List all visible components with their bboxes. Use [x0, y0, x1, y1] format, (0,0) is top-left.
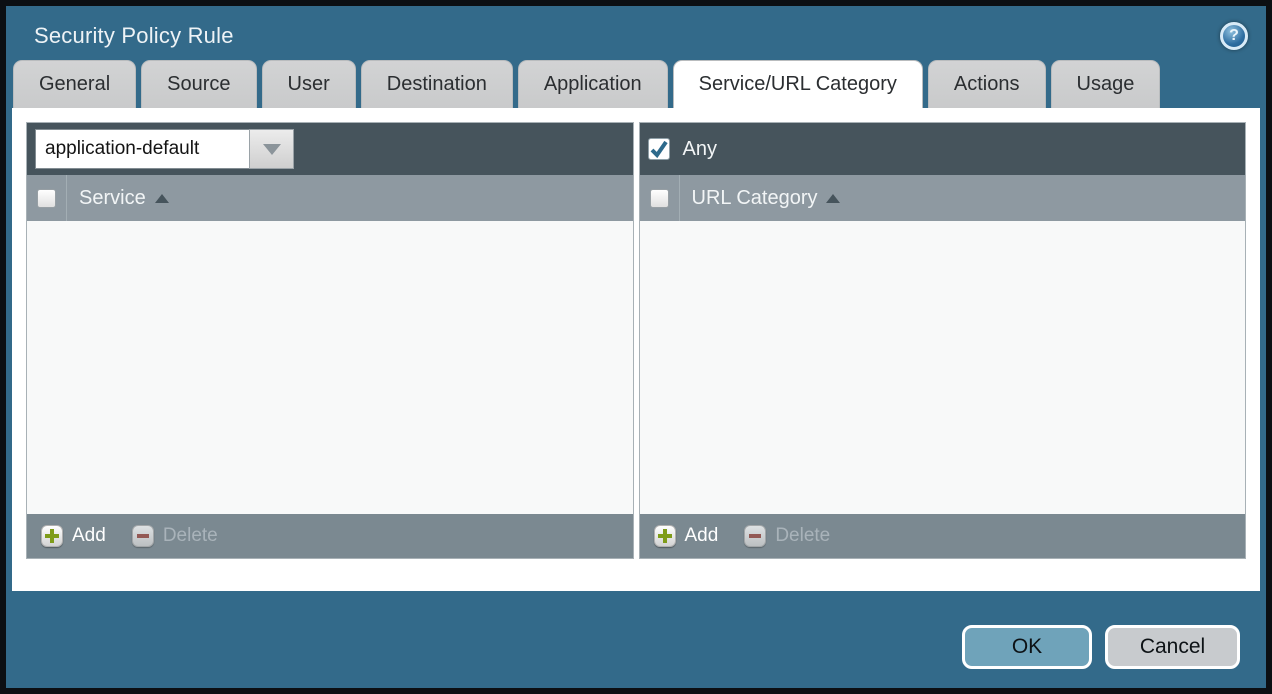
- url-category-column-header[interactable]: URL Category: [680, 175, 841, 221]
- url-category-column-label: URL Category: [692, 187, 818, 210]
- service-column-label: Service: [79, 187, 146, 210]
- url-category-select-all-checkbox[interactable]: [650, 189, 669, 208]
- service-toolbar: [27, 123, 633, 175]
- url-category-toolbar: Any: [640, 123, 1246, 175]
- security-policy-rule-dialog: Security Policy Rule ? General Source Us…: [0, 0, 1272, 694]
- tab-general[interactable]: General: [13, 60, 136, 108]
- tab-user[interactable]: User: [262, 60, 356, 108]
- url-category-delete-button[interactable]: Delete: [744, 525, 830, 547]
- cancel-button[interactable]: Cancel: [1105, 625, 1240, 669]
- add-button-label: Add: [685, 525, 719, 547]
- any-checkbox[interactable]: [648, 138, 670, 160]
- url-category-list[interactable]: [640, 221, 1246, 514]
- dialog-actions: OK Cancel: [962, 625, 1240, 669]
- service-footer: Add Delete: [27, 514, 633, 558]
- sort-ascending-icon: [826, 194, 840, 203]
- chevron-down-icon: [263, 144, 281, 155]
- url-category-table-header: URL Category: [640, 175, 1246, 221]
- service-list[interactable]: [27, 221, 633, 514]
- service-panel: Service Add Delete: [26, 122, 634, 559]
- tab-application[interactable]: Application: [518, 60, 668, 108]
- tab-source[interactable]: Source: [141, 60, 256, 108]
- service-type-input[interactable]: [35, 129, 249, 169]
- service-type-combobox: [35, 129, 294, 169]
- service-delete-button[interactable]: Delete: [132, 525, 218, 547]
- url-category-panel: Any URL Category Add Delete: [639, 122, 1247, 559]
- tab-bar: General Source User Destination Applicat…: [6, 60, 1266, 108]
- tab-destination[interactable]: Destination: [361, 60, 513, 108]
- any-label: Any: [683, 138, 717, 161]
- ok-button[interactable]: OK: [962, 625, 1092, 669]
- dialog-title: Security Policy Rule: [34, 23, 234, 49]
- delete-button-label: Delete: [775, 525, 830, 547]
- title-bar: Security Policy Rule ?: [6, 6, 1266, 60]
- add-button-label: Add: [72, 525, 106, 547]
- service-select-all-checkbox[interactable]: [37, 189, 56, 208]
- help-icon[interactable]: ?: [1220, 22, 1248, 50]
- checkmark-icon: [649, 139, 669, 159]
- service-add-button[interactable]: Add: [41, 525, 106, 547]
- tab-service-url-category[interactable]: Service/URL Category: [673, 60, 923, 108]
- tab-content: Service Add Delete: [12, 108, 1260, 591]
- add-plus-icon: [654, 525, 676, 547]
- add-plus-icon: [41, 525, 63, 547]
- tab-usage[interactable]: Usage: [1051, 60, 1161, 108]
- url-category-footer: Add Delete: [640, 514, 1246, 558]
- service-type-dropdown-button[interactable]: [249, 129, 294, 169]
- service-column-header[interactable]: Service: [67, 175, 169, 221]
- tab-actions[interactable]: Actions: [928, 60, 1046, 108]
- delete-button-label: Delete: [163, 525, 218, 547]
- service-table-header: Service: [27, 175, 633, 221]
- service-select-all-cell: [27, 175, 67, 221]
- url-category-select-all-cell: [640, 175, 680, 221]
- sort-ascending-icon: [155, 194, 169, 203]
- delete-minus-icon: [744, 525, 766, 547]
- delete-minus-icon: [132, 525, 154, 547]
- url-category-add-button[interactable]: Add: [654, 525, 719, 547]
